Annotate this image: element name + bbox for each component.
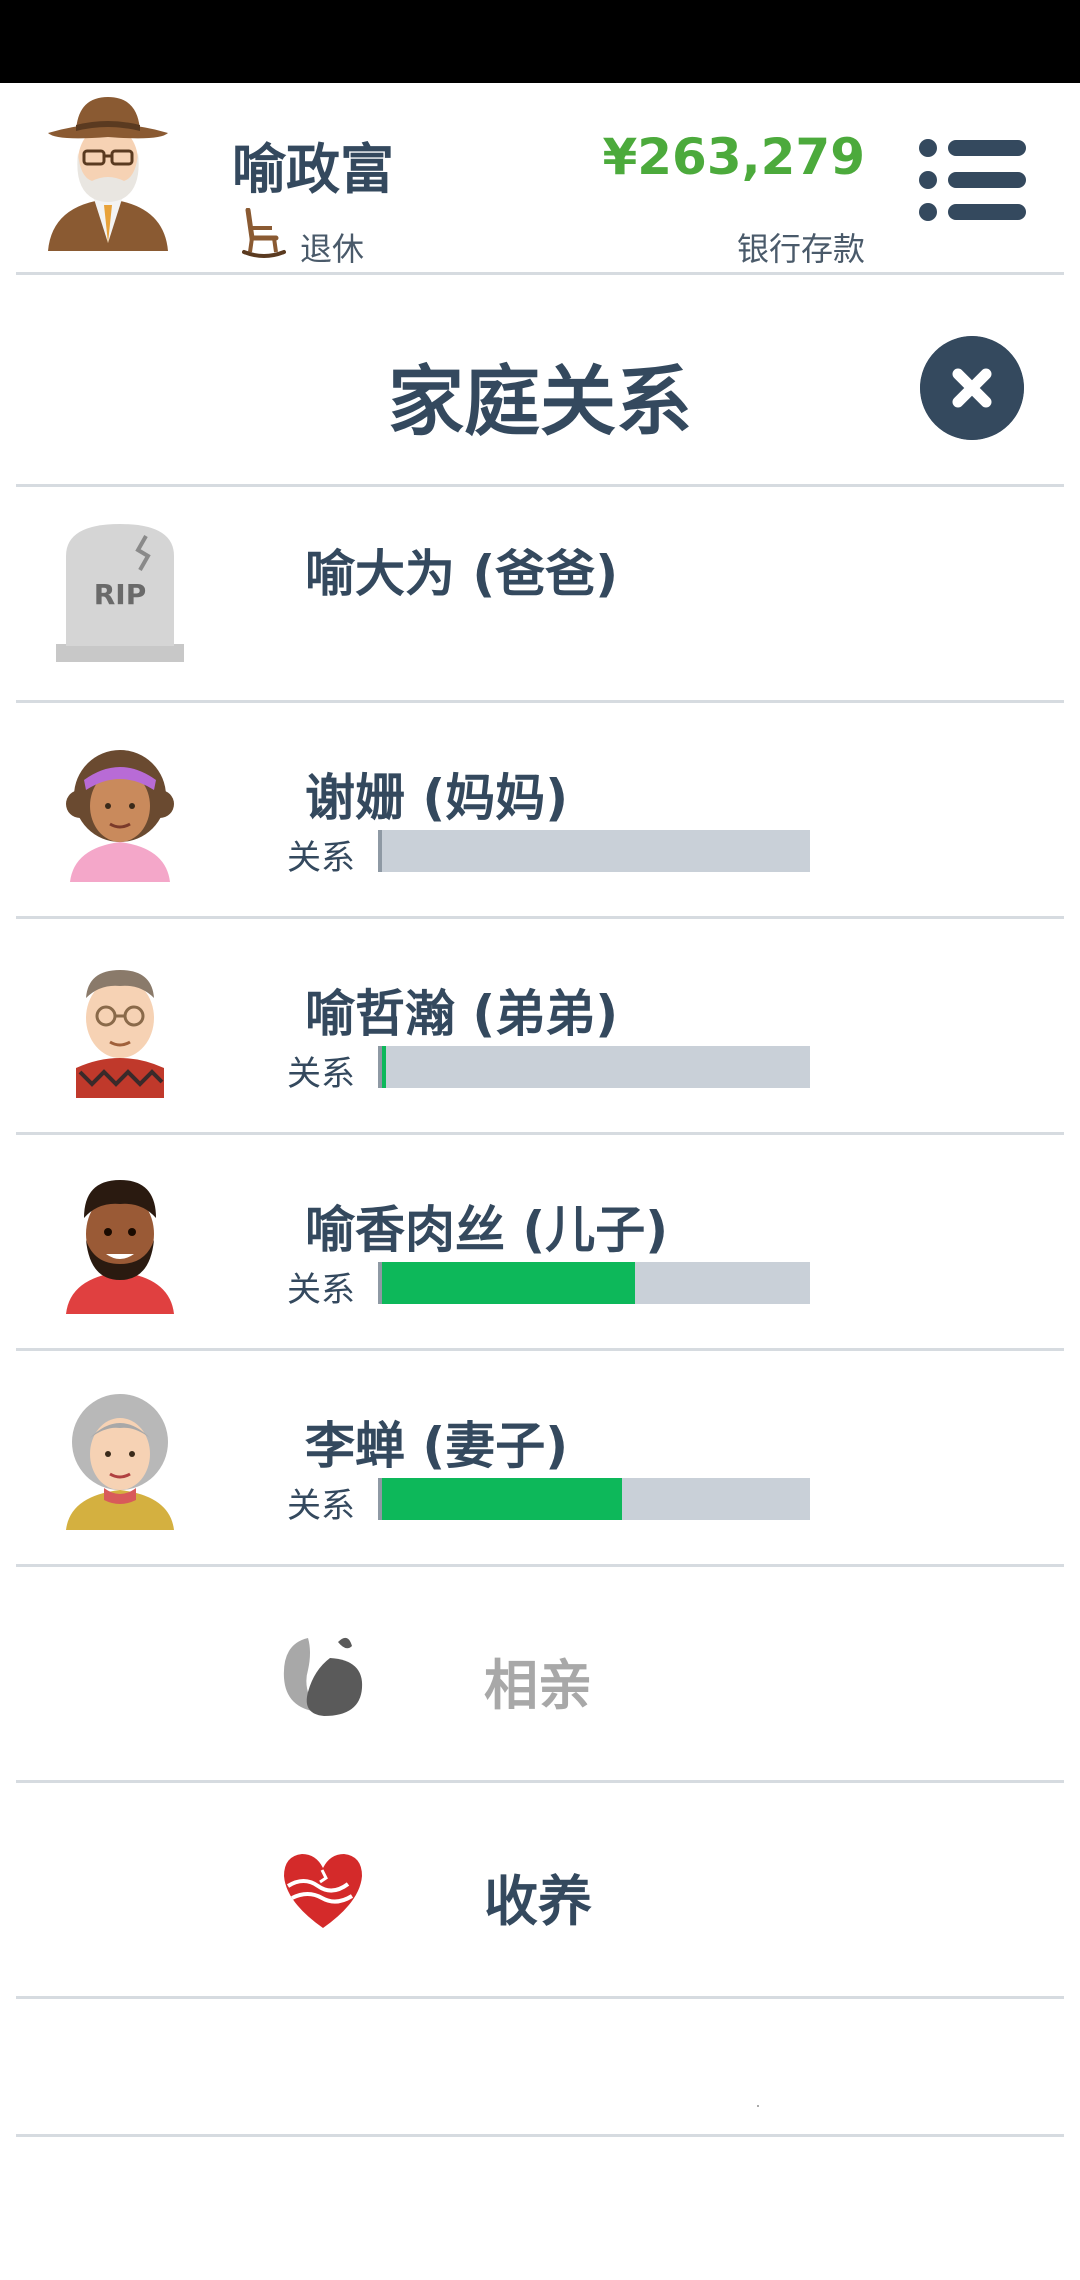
- close-icon[interactable]: [920, 336, 1024, 440]
- family-member-name: 喻香肉丝 (儿子): [305, 1201, 669, 1259]
- family-member-mother[interactable]: 谢姗 (妈妈) 关系: [0, 702, 1080, 917]
- page-title: 家庭关系: [388, 357, 692, 446]
- divider: [16, 272, 1064, 275]
- relation-label: 关系: [287, 1054, 355, 1094]
- artifact-dot: [757, 2105, 759, 2107]
- rocking-chair-icon: [242, 208, 286, 258]
- menu-icon[interactable]: [918, 138, 1028, 222]
- son-avatar: [66, 1180, 174, 1314]
- relation-bar: [378, 1262, 810, 1304]
- tombstone-text: RIP: [94, 578, 147, 611]
- relation-bar: [378, 830, 810, 872]
- family-member-wife[interactable]: 李蝉 (妻子) 关系: [0, 1350, 1080, 1565]
- relation-label: 关系: [287, 1486, 355, 1526]
- divider: [16, 2134, 1064, 2137]
- blind-date-button[interactable]: 相亲: [0, 1566, 1080, 1781]
- blind-date-label: 相亲: [484, 1654, 592, 1717]
- tombstone-icon: RIP: [56, 524, 184, 662]
- wife-avatar: [66, 1394, 174, 1530]
- player-name: 喻政富: [232, 138, 394, 201]
- adopt-heart-icon: [284, 1854, 362, 1928]
- relation-label: 关系: [287, 838, 355, 878]
- family-member-son[interactable]: 喻香肉丝 (儿子) 关系: [0, 1134, 1080, 1349]
- adopt-button[interactable]: 收养: [0, 1782, 1080, 1997]
- family-member-father[interactable]: RIP 喻大为 (爸爸): [0, 486, 1080, 701]
- adopt-label: 收养: [484, 1870, 592, 1933]
- family-member-brother[interactable]: 喻哲瀚 (弟弟) 关系: [0, 918, 1080, 1133]
- header: 喻政富 退休 ¥263,279 银行存款: [0, 83, 1080, 273]
- relation-bar: [378, 1046, 810, 1088]
- relation-bar-fill: [382, 1262, 635, 1304]
- divider: [16, 1996, 1064, 1999]
- job-label: 退休: [300, 230, 365, 268]
- mother-avatar: [66, 750, 174, 882]
- bank-balance-label: 银行存款: [736, 230, 865, 268]
- family-member-name: 喻哲瀚 (弟弟): [305, 985, 619, 1043]
- bank-balance: ¥263,279: [602, 128, 865, 186]
- status-bar: [0, 0, 1080, 83]
- relation-bar-fill: [382, 1046, 387, 1088]
- blind-date-icon: [283, 1637, 363, 1716]
- family-member-name: 李蝉 (妻子): [305, 1417, 569, 1475]
- relation-label: 关系: [287, 1270, 355, 1310]
- relation-bar: [378, 1478, 810, 1520]
- brother-avatar: [76, 970, 164, 1098]
- family-member-name: 喻大为 (爸爸): [305, 545, 619, 603]
- relation-bar-fill: [382, 1478, 622, 1520]
- player-avatar[interactable]: [38, 93, 178, 253]
- family-member-name: 谢姗 (妈妈): [305, 769, 569, 827]
